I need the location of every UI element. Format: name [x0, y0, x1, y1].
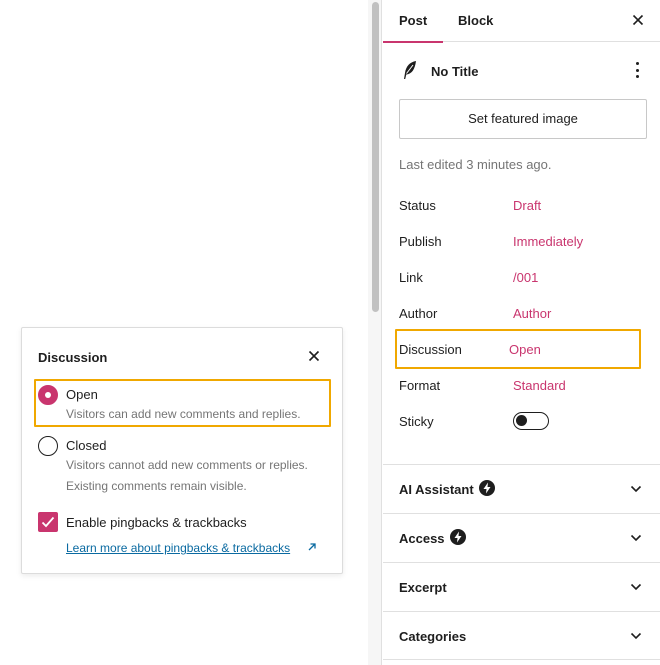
tab-block[interactable]: Block	[458, 0, 493, 42]
open-option-label: Open	[66, 387, 98, 402]
toggle-knob	[516, 415, 527, 426]
close-sidebar-button[interactable]	[630, 12, 646, 28]
link-label: Link	[399, 270, 423, 285]
tab-post[interactable]: Post	[382, 0, 444, 43]
link-value-button[interactable]: /001	[513, 270, 538, 285]
discussion-closed-radio[interactable]	[38, 436, 58, 456]
set-featured-image-button[interactable]: Set featured image	[399, 99, 647, 139]
post-title: No Title	[431, 64, 479, 79]
status-row: Status Draft	[399, 198, 644, 218]
external-link-icon	[308, 543, 316, 551]
format-row: Format Standard	[399, 378, 644, 398]
pingbacks-label: Enable pingbacks & trackbacks	[66, 515, 247, 530]
sticky-label: Sticky	[399, 414, 434, 429]
author-label: Author	[399, 306, 438, 321]
author-value-button[interactable]: Author	[513, 306, 551, 321]
discussion-popover: Discussion Open Visitors can add new com…	[21, 327, 343, 574]
bolt-icon	[479, 480, 495, 496]
closed-option-label: Closed	[66, 438, 107, 453]
panel-categories[interactable]: Categories	[383, 611, 660, 660]
status-label: Status	[399, 198, 436, 213]
panel-title: Categories	[399, 629, 467, 644]
publish-row: Publish Immediately	[399, 234, 644, 254]
sticky-row: Sticky	[399, 412, 644, 434]
last-edited-text: Last edited 3 minutes ago.	[399, 157, 552, 172]
more-vertical-icon[interactable]	[634, 62, 640, 80]
discussion-value-button[interactable]: Open	[509, 342, 541, 357]
discussion-open-radio[interactable]	[38, 385, 58, 405]
panel-title: AI Assistant	[399, 482, 474, 497]
pingbacks-checkbox[interactable]	[38, 512, 58, 532]
editor-scrollbar-thumb[interactable]	[372, 2, 379, 312]
panel-ai-assistant[interactable]: AI Assistant	[383, 464, 660, 513]
settings-sidebar: Post Block No Title Set featured image L…	[382, 0, 660, 665]
learn-more-pingbacks-link[interactable]: Learn more about pingbacks & trackbacks	[66, 541, 290, 555]
discussion-label: Discussion	[399, 342, 462, 357]
panel-access[interactable]: Access	[383, 513, 660, 562]
post-summary-header: No Title	[383, 42, 660, 90]
panel-divider	[383, 659, 660, 665]
discussion-row: Discussion Open	[399, 342, 644, 362]
popover-title: Discussion	[38, 350, 108, 365]
close-icon	[632, 14, 644, 26]
panel-title: Access	[399, 531, 445, 546]
link-row: Link /001	[399, 270, 644, 290]
sticky-toggle[interactable]	[513, 412, 549, 430]
close-icon[interactable]	[306, 348, 322, 364]
publish-label: Publish	[399, 234, 442, 249]
panel-excerpt[interactable]: Excerpt	[383, 562, 660, 611]
open-option-help: Visitors can add new comments and replie…	[66, 407, 301, 421]
status-value-button[interactable]: Draft	[513, 198, 541, 213]
chevron-down-icon	[630, 583, 642, 591]
closed-option-help: Visitors cannot add new comments or repl…	[66, 458, 308, 493]
feather-icon	[404, 61, 416, 79]
panel-title: Excerpt	[399, 580, 447, 595]
bolt-icon	[450, 529, 466, 545]
publish-value-button[interactable]: Immediately	[513, 234, 583, 249]
chevron-down-icon	[630, 632, 642, 640]
format-value-button[interactable]: Standard	[513, 378, 566, 393]
checkmark-icon	[41, 516, 55, 528]
format-label: Format	[399, 378, 441, 393]
sidebar-tabs: Post Block	[382, 0, 660, 43]
chevron-down-icon	[630, 534, 642, 542]
chevron-down-icon	[630, 485, 642, 493]
author-row: Author Author	[399, 306, 644, 326]
